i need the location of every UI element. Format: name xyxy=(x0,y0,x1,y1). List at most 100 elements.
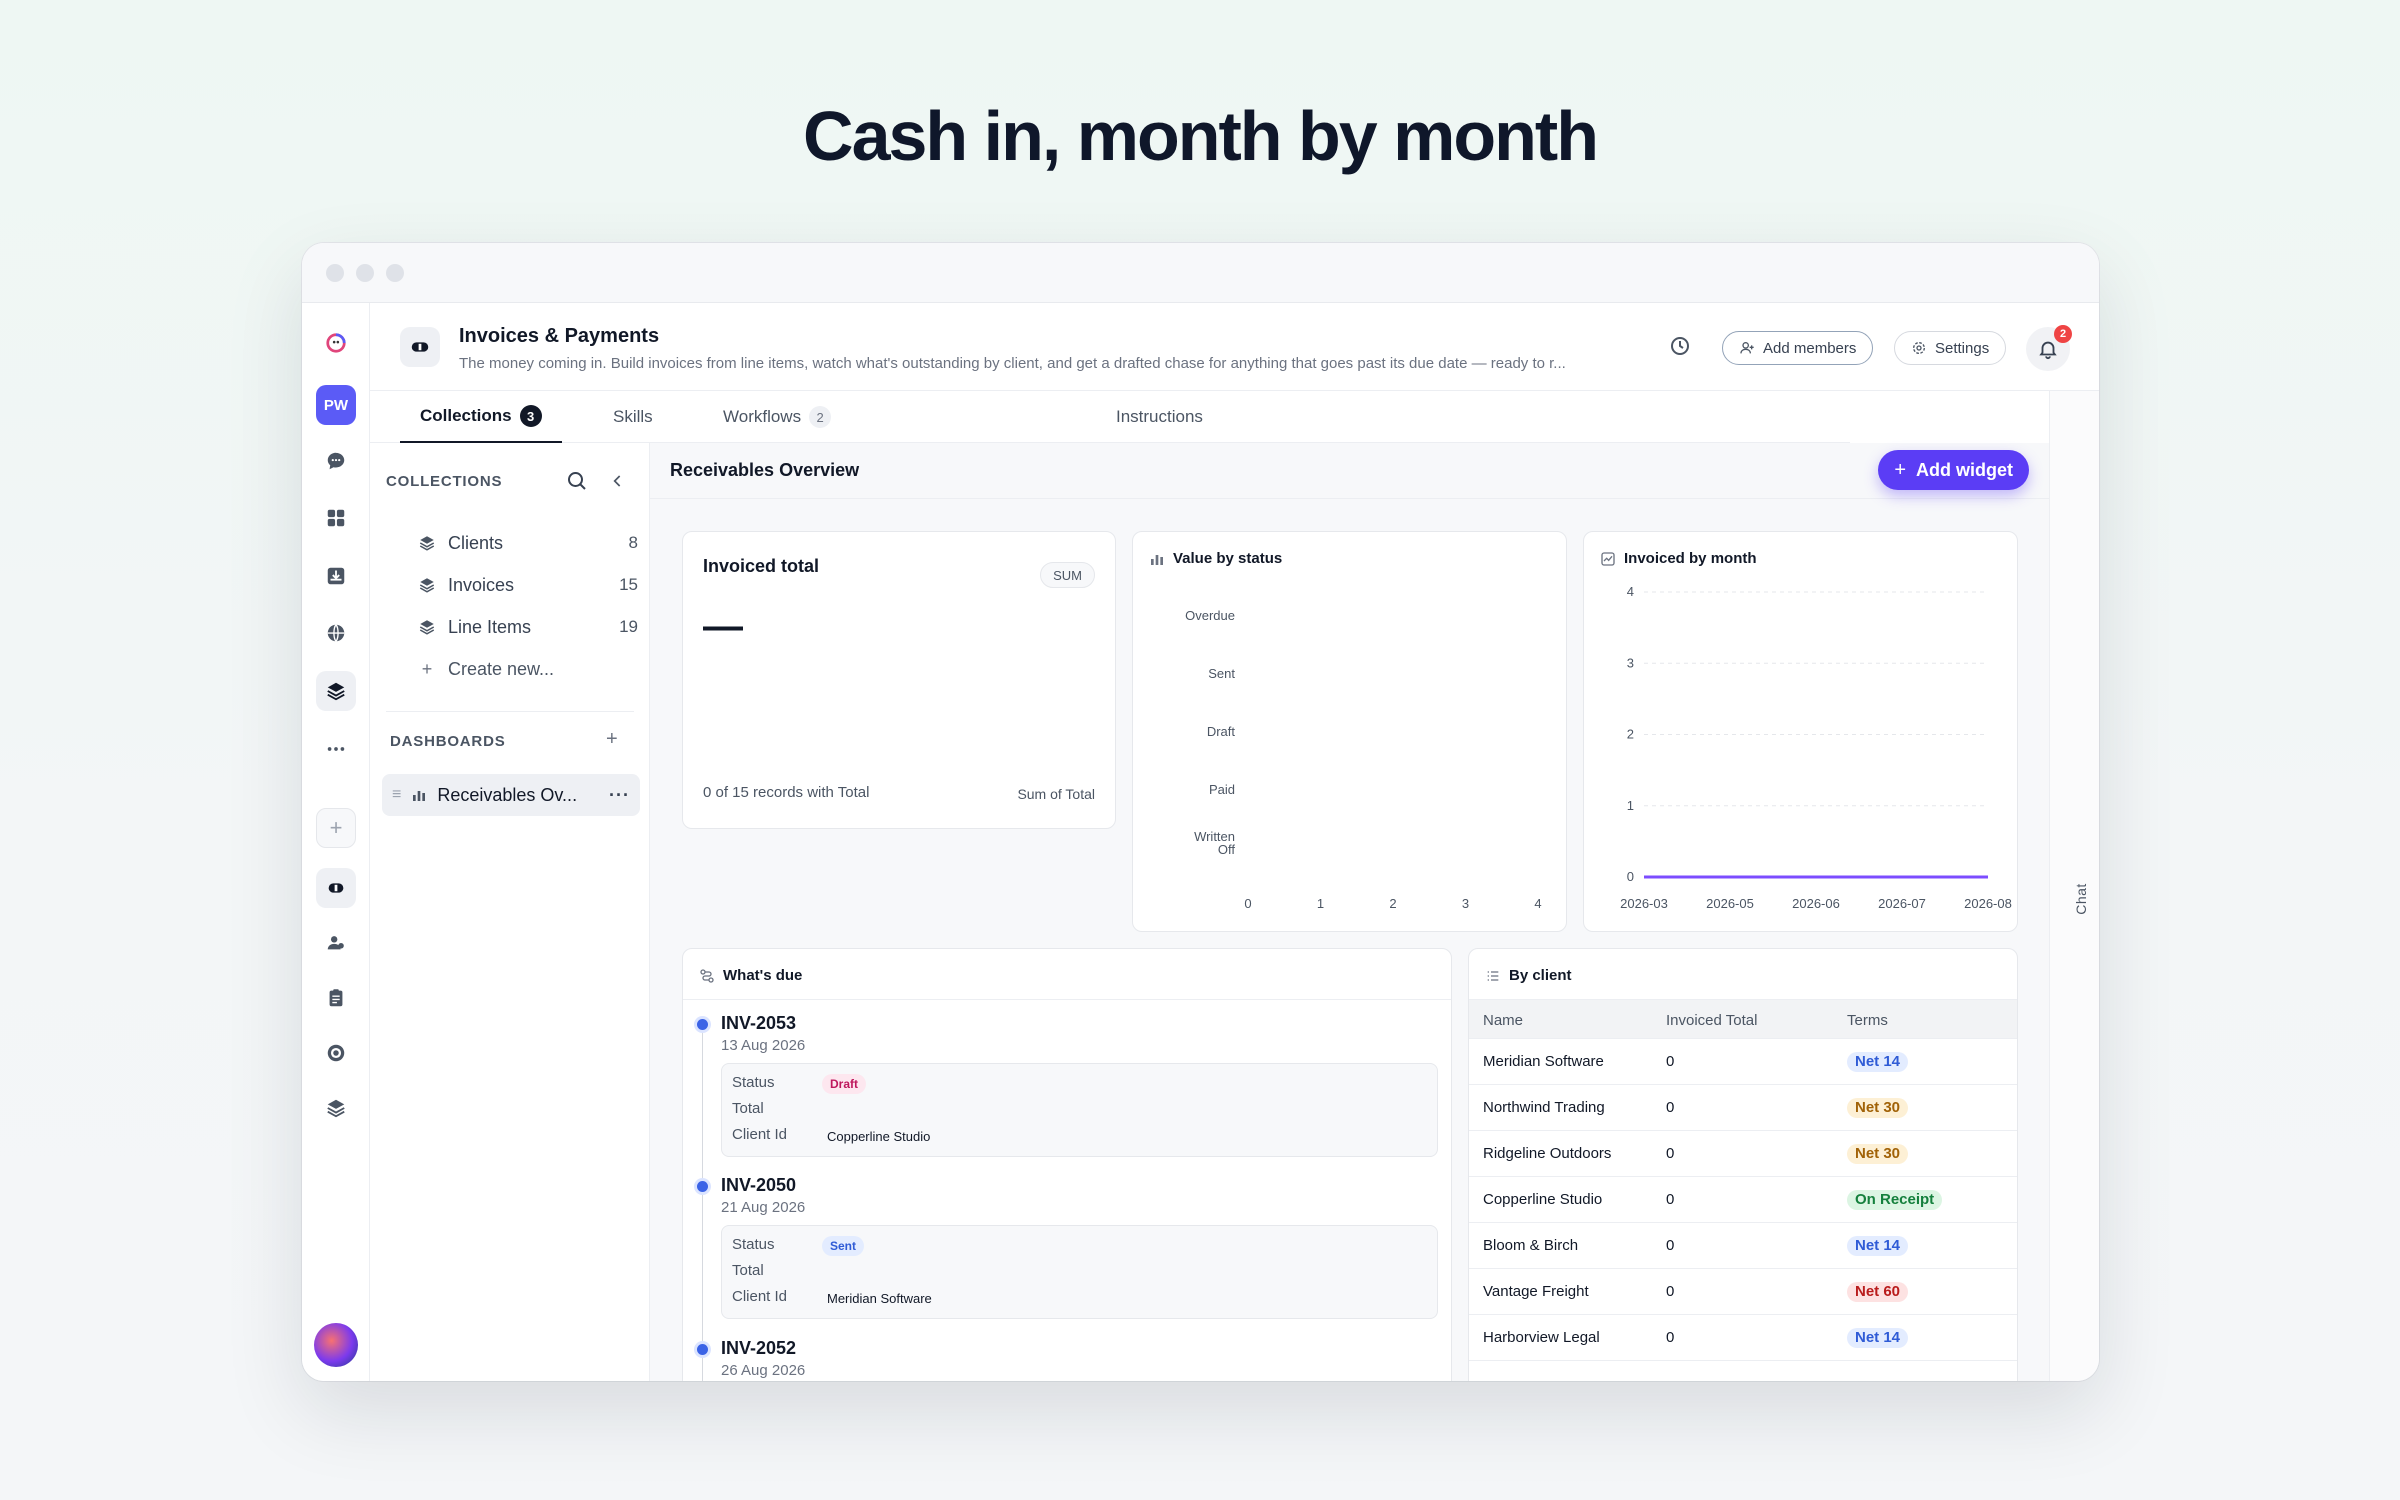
tab-workflows[interactable]: Workflows 2 xyxy=(723,391,832,443)
terms-badge: Net 14 xyxy=(1847,1052,1909,1072)
tab-collections[interactable]: Collections 3 xyxy=(400,391,562,443)
table-row[interactable]: Ridgeline Outdoors 0 Net 30 xyxy=(1469,1131,2017,1177)
tab-instructions[interactable]: Instructions xyxy=(1116,391,1203,443)
gear-icon xyxy=(1913,342,1925,354)
layers-icon[interactable] xyxy=(316,671,356,711)
terms-badge: Net 60 xyxy=(1847,1282,1909,1302)
dashboards-heading: DASHBOARDS xyxy=(390,733,506,750)
contacts-icon[interactable] xyxy=(316,923,356,963)
user-avatar[interactable] xyxy=(314,1323,358,1367)
search-icon[interactable] xyxy=(565,469,591,495)
category-label: Draft xyxy=(1207,724,1236,739)
app-title: Invoices & Payments xyxy=(459,325,660,347)
stack-icon[interactable] xyxy=(316,1088,356,1128)
add-user-icon xyxy=(1740,342,1754,354)
collection-item-count: 15 xyxy=(619,575,638,594)
add-app-button[interactable]: + xyxy=(316,808,356,848)
status-label: Status xyxy=(732,1074,775,1091)
main-area: Invoices & Payments The money coming in.… xyxy=(370,303,2099,1381)
globe-icon[interactable] xyxy=(316,613,356,653)
invoice-date: 26 Aug 2026 xyxy=(721,1362,806,1379)
history-icon[interactable] xyxy=(1668,334,1698,364)
total-label: Total xyxy=(732,1262,764,1279)
widget-title-label: What's due xyxy=(723,967,803,984)
table-row[interactable]: Meridian Software 0 Net 14 xyxy=(1469,1039,2017,1085)
drag-handle-icon[interactable]: ≡ xyxy=(392,786,401,804)
window-maximize-dot[interactable] xyxy=(386,263,404,282)
table-row[interactable]: Copperline Studio 0 On Receipt xyxy=(1469,1177,2017,1223)
client-name: Northwind Trading xyxy=(1483,1099,1605,1116)
collection-item-line-items[interactable]: Line Items 19 xyxy=(418,607,638,647)
table-header: Name Invoiced Total Terms xyxy=(1469,999,2017,1039)
chat-panel-toggle[interactable]: Chat xyxy=(2049,391,2099,1381)
more-horizontal-icon[interactable] xyxy=(316,729,356,769)
create-collection-button[interactable]: + Create new... xyxy=(418,649,638,689)
status-badge: Draft xyxy=(822,1074,867,1094)
records-caption: 0 of 15 records with Total xyxy=(703,784,870,801)
target-icon[interactable] xyxy=(316,1033,356,1073)
table-row[interactable]: Vantage Freight 0 Net 60 xyxy=(1469,1269,2017,1315)
collection-item-count: 19 xyxy=(619,617,638,636)
notifications-button[interactable]: 2 xyxy=(2026,325,2072,371)
invoiced-by-month-chart: 0 1 2 3 4 2026-03 2026-05 2026-06 2026-07 2026-08 xyxy=(1620,584,2012,911)
column-header[interactable]: Terms xyxy=(1847,1012,1888,1029)
terms-badge: Net 30 xyxy=(1847,1098,1909,1118)
client-name: Meridian Software xyxy=(1483,1053,1604,1070)
tab-skills[interactable]: Skills xyxy=(613,391,653,443)
collection-item-clients[interactable]: Clients 8 xyxy=(418,523,638,563)
app-header: Invoices & Payments The money coming in.… xyxy=(370,303,2099,391)
column-header[interactable]: Invoiced Total xyxy=(1666,1012,1757,1029)
app-logo-icon[interactable] xyxy=(316,323,356,363)
chat-bubble-icon[interactable] xyxy=(316,441,356,481)
by-client-widget[interactable]: By client Name Invoiced Total Terms Meri… xyxy=(1468,948,2018,1381)
add-members-label: Add members xyxy=(1763,339,1857,357)
chat-label: Chat xyxy=(2072,883,2089,915)
more-horizontal-icon[interactable]: ··· xyxy=(609,785,630,806)
column-header[interactable]: Name xyxy=(1483,1012,1523,1029)
status-badge: Sent xyxy=(822,1236,865,1256)
create-collection-label: Create new... xyxy=(448,658,555,679)
client-label: Client Id xyxy=(732,1288,788,1305)
value-by-status-widget[interactable]: Value by status Overdue Sent Draft Paid Writ… xyxy=(1132,531,1567,932)
window-minimize-dot[interactable] xyxy=(356,263,374,282)
category-label: Off xyxy=(1218,842,1235,857)
whats-due-widget[interactable]: What's due INV-2053 13 Aug 2026 Status D… xyxy=(682,948,1452,1381)
add-dashboard-icon[interactable]: + xyxy=(606,728,618,751)
widget-title-label: By client xyxy=(1509,967,1572,984)
aggregation-pill: SUM xyxy=(1040,562,1095,588)
invoices-app-icon xyxy=(400,327,440,367)
collapse-chevron-icon[interactable] xyxy=(608,471,630,493)
invoiced-total: 0 xyxy=(1666,1145,1675,1162)
add-widget-button[interactable]: + Add widget xyxy=(1878,450,2029,490)
invoices-app-icon[interactable] xyxy=(316,868,356,908)
apps-grid-icon[interactable] xyxy=(316,498,356,538)
window-close-dot[interactable] xyxy=(326,263,344,282)
timeline-dot xyxy=(697,1181,708,1192)
client-name: Ridgeline Outdoors xyxy=(1483,1145,1612,1162)
y-tick-label: 0 xyxy=(1627,869,1634,884)
x-tick-label: 2026-05 xyxy=(1706,896,1754,911)
add-members-button[interactable]: Add members xyxy=(1722,331,1874,365)
invoiced-total-widget[interactable]: Invoiced total SUM — 0 of 15 records wit… xyxy=(682,531,1116,829)
invoiced-total: 0 xyxy=(1666,1237,1675,1254)
invoiced-total: 0 xyxy=(1666,1329,1675,1346)
layers-icon xyxy=(419,620,435,635)
tab-skills-label: Skills xyxy=(613,407,653,426)
x-tick-label: 2026-03 xyxy=(1620,896,1668,911)
table-row[interactable]: Bloom & Birch 0 Net 14 xyxy=(1469,1223,2017,1269)
dashboard-item-receivables[interactable]: ≡ Receivables Ov... ··· xyxy=(382,774,640,816)
table-row[interactable]: Harborview Legal 0 Net 14 xyxy=(1469,1315,2017,1361)
collection-item-invoices[interactable]: Invoices 15 xyxy=(418,565,638,605)
collection-item-label: Line Items xyxy=(448,616,532,637)
x-tick-label: 2026-06 xyxy=(1792,896,1840,911)
clipboard-icon[interactable] xyxy=(316,978,356,1018)
x-tick-label: 2026-07 xyxy=(1878,896,1926,911)
inbox-tray-icon[interactable] xyxy=(316,556,356,596)
invoiced-by-month-widget[interactable]: Invoiced by month 0 1 2 3 4 2026-03 2026-05 202… xyxy=(1583,531,2018,932)
workspace-avatar[interactable]: PW xyxy=(316,385,356,425)
settings-button[interactable]: Settings xyxy=(1894,331,2007,365)
tab-instructions-label: Instructions xyxy=(1116,407,1203,426)
client-name: Bloom & Birch xyxy=(1483,1237,1579,1254)
table-row[interactable]: Northwind Trading 0 Net 30 xyxy=(1469,1085,2017,1131)
divider xyxy=(386,711,634,712)
